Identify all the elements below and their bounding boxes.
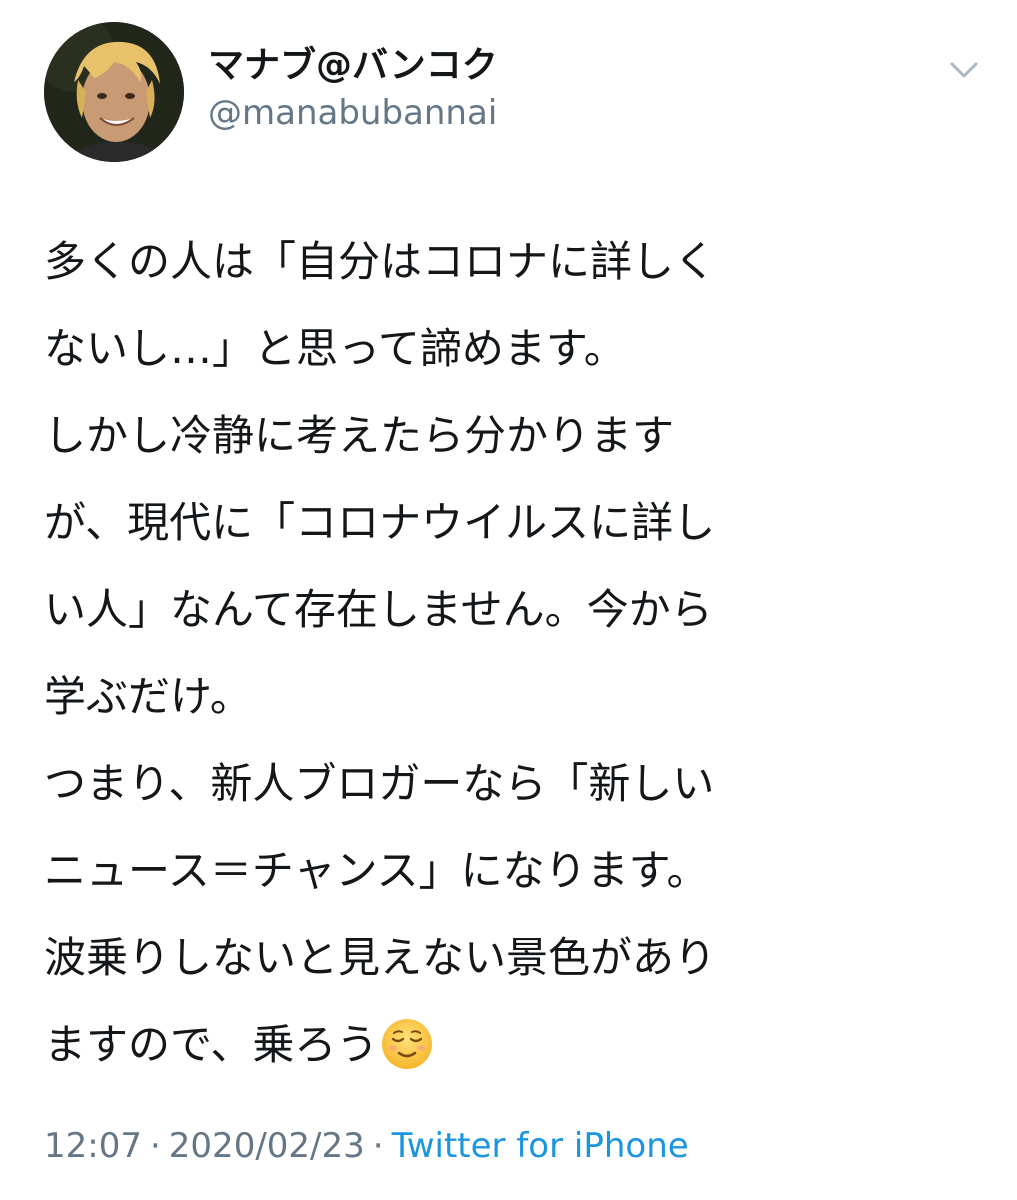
- relieved-face-emoji-icon: [380, 1017, 434, 1071]
- meta-separator: ·: [372, 1126, 384, 1166]
- tweet-text: 多くの人は「自分はコロナに詳しく ないし…」と思って諦めます。 しかし冷静に考え…: [44, 218, 964, 1088]
- avatar[interactable]: [44, 22, 184, 162]
- more-options-button[interactable]: [944, 52, 984, 88]
- display-name[interactable]: マナブ@バンコク: [208, 44, 498, 88]
- tweet-text-line: が、現代に「コロナウイルスに詳し: [44, 498, 716, 547]
- tweet-text-line: 波乗りしないと見えない景色があり: [44, 933, 717, 982]
- chevron-down-icon: [950, 62, 978, 78]
- tweet-card: マナブ@バンコク @manabubannai 多くの人は「自分はコロナに詳しく …: [0, 0, 1017, 1200]
- tweet-text-fragment: ますので、乗ろう: [44, 1020, 379, 1069]
- tweet-source-link[interactable]: Twitter for iPhone: [392, 1126, 689, 1166]
- tweet-text-line: つまり、新人ブロガーなら「新しい: [44, 759, 715, 808]
- tweet-text-line: ニュース＝チャンス」になります。: [44, 846, 709, 895]
- tweet-text-line: 学ぶだけ。: [44, 672, 252, 721]
- user-info: マナブ@バンコク @manabubannai: [208, 44, 498, 136]
- tweet-text-line: しかし冷静に考えたら分かります: [44, 411, 675, 460]
- user-handle[interactable]: @manabubannai: [208, 90, 498, 136]
- tweet-text-line: 多くの人は「自分はコロナに詳しく: [44, 237, 717, 286]
- tweet-meta: 12:07 · 2020/02/23 · Twitter for iPhone: [44, 1122, 689, 1170]
- tweet-header: マナブ@バンコク @manabubannai: [44, 22, 984, 162]
- meta-separator: ·: [149, 1126, 161, 1166]
- tweet-date[interactable]: 2020/02/23: [169, 1126, 365, 1166]
- tweet-time[interactable]: 12:07: [44, 1126, 142, 1166]
- tweet-text-line-last: ますので、乗ろう: [44, 1001, 964, 1088]
- tweet-text-line: ないし…」と思って諦めます。: [44, 324, 626, 373]
- tweet-text-line: い人」なんて存在しません。今から: [44, 585, 713, 634]
